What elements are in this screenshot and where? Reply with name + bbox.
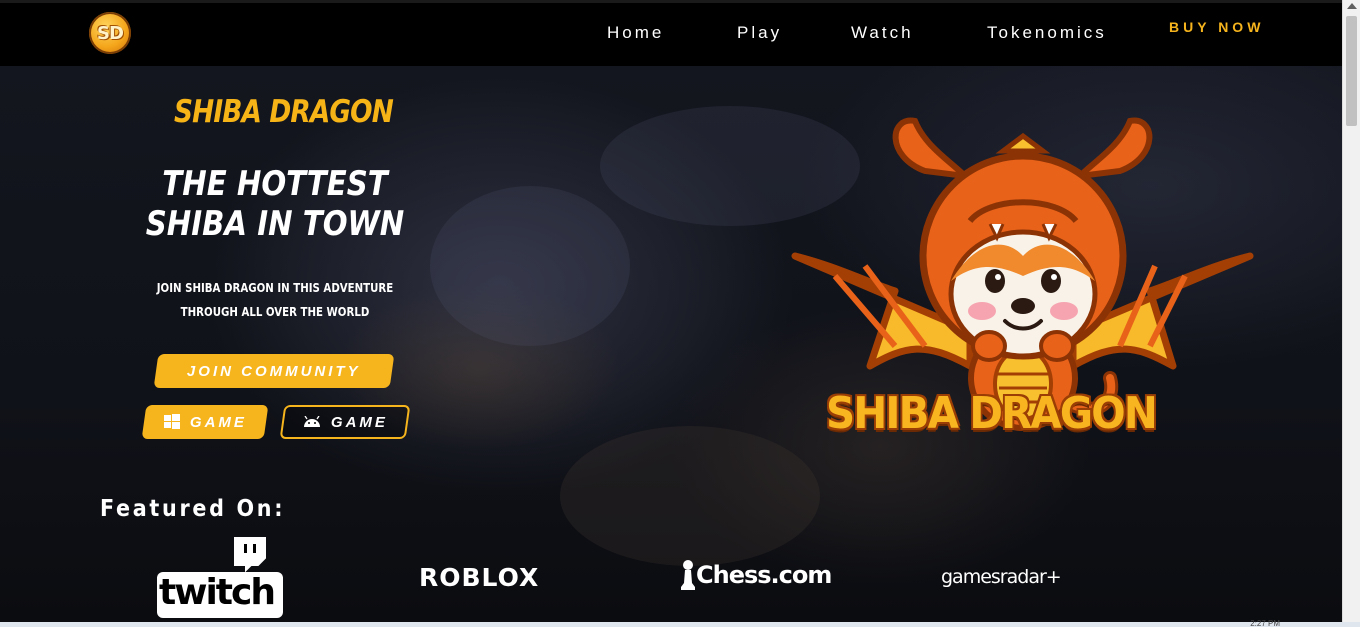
windows-game-button[interactable]: GAME <box>141 405 269 439</box>
background-claw-shape <box>560 426 820 566</box>
android-game-label: GAME <box>330 413 388 431</box>
nav-link-watch[interactable]: Watch <box>851 23 914 43</box>
featured-on-heading: Featured On: <box>100 496 286 522</box>
mascot-caption: SHIBA DRAGON <box>826 388 1158 439</box>
hero-subtitle: JOIN SHIBA DRAGON IN THIS ADVENTURE THRO… <box>152 276 399 324</box>
nav-link-tokenomics[interactable]: Tokenomics <box>987 23 1107 43</box>
android-game-button[interactable]: GAME <box>279 405 411 439</box>
join-community-label: JOIN COMMUNITY <box>187 362 361 380</box>
nav-link-home[interactable]: Home <box>607 23 664 43</box>
hero-section: SHIBA DRAGON THE HOTTEST SHIBA IN TOWN J… <box>0 66 1342 622</box>
gamesradar-logo[interactable]: gamesradar+ <box>941 566 1062 588</box>
hero-subtitle-line-1: JOIN SHIBA DRAGON IN THIS ADVENTURE <box>156 281 394 295</box>
page-scrollbar[interactable] <box>1342 0 1360 622</box>
chess-com-logo[interactable]: Chess.com <box>680 559 832 591</box>
background-dragon-shape <box>430 186 630 346</box>
twitch-logo[interactable]: twitch <box>155 536 285 622</box>
windows-icon <box>163 414 180 429</box>
chess-com-wordmark: Chess.com <box>696 561 832 589</box>
android-icon <box>303 416 320 427</box>
hero-headline: THE HOTTEST SHIBA IN TOWN <box>145 164 405 244</box>
browser-viewport: SD Home Play Watch Tokenomics BUY NOW SH… <box>0 0 1342 622</box>
join-community-button[interactable]: JOIN COMMUNITY <box>153 354 395 388</box>
nav-link-play[interactable]: Play <box>737 23 782 43</box>
pawn-icon <box>681 560 695 590</box>
site-logo[interactable]: SD <box>89 12 131 54</box>
logo-text: SD <box>97 22 124 44</box>
scroll-thumb[interactable] <box>1346 16 1357 126</box>
taskbar-strip <box>0 622 1360 627</box>
scroll-up-arrow-icon[interactable] <box>1347 3 1357 9</box>
twitch-wordmark: twitch <box>159 572 276 613</box>
brand-title: SHIBA DRAGON <box>174 94 394 130</box>
roblox-logo[interactable]: ROBLOX <box>419 563 539 592</box>
hero-subtitle-line-2: THROUGH ALL OVER THE WORLD <box>180 305 370 319</box>
buy-now-link[interactable]: BUY NOW <box>1169 19 1264 35</box>
top-navbar: SD Home Play Watch Tokenomics BUY NOW <box>0 0 1342 66</box>
windows-game-label: GAME <box>189 413 247 431</box>
